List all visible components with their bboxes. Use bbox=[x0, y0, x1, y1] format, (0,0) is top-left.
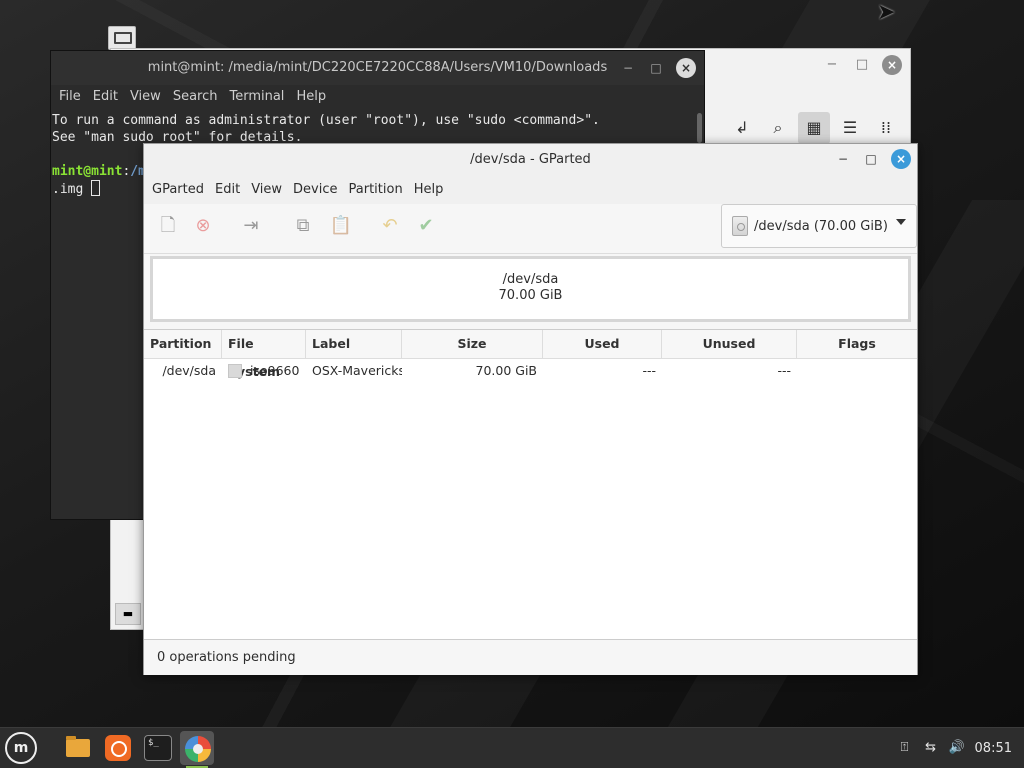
gparted-icon bbox=[185, 736, 211, 762]
mint-menu-icon[interactable]: m bbox=[5, 732, 37, 764]
cell-unused: --- bbox=[777, 363, 791, 378]
minimize-button[interactable]: − bbox=[620, 58, 636, 78]
system-tray: ⍐ ⇆ 🔊 08:51 bbox=[897, 728, 1024, 768]
new-partition-icon[interactable]: 🗋 bbox=[154, 214, 182, 238]
taskbar-firefox-launcher[interactable] bbox=[100, 731, 134, 765]
close-button[interactable]: × bbox=[891, 149, 911, 169]
paste-icon[interactable]: 📋 bbox=[327, 214, 355, 238]
partition-table: Partition File System Label Size Used Un… bbox=[144, 329, 917, 639]
maximize-button[interactable]: □ bbox=[863, 149, 879, 169]
prompt-user: mint@mint bbox=[52, 164, 123, 179]
terminal-line: To run a command as administrator (user … bbox=[52, 113, 600, 128]
close-button[interactable]: × bbox=[676, 58, 696, 78]
text-cursor bbox=[91, 180, 101, 196]
sidebar-toggle-icon[interactable]: ▬ bbox=[115, 603, 141, 625]
network-disconnected-icon[interactable]: ⇆ bbox=[923, 740, 939, 756]
menu-gparted[interactable]: GParted bbox=[148, 176, 211, 204]
menu-view[interactable]: View bbox=[247, 176, 289, 204]
terminal-titlebar[interactable]: mint@mint: /media/mint/DC220CE7220CC88A/… bbox=[51, 51, 704, 85]
disk-graphic[interactable]: /dev/sda 70.00 GiB bbox=[150, 256, 911, 322]
terminal-line: .img bbox=[52, 182, 84, 197]
status-bar: 0 operations pending bbox=[144, 639, 917, 675]
cell-partition: /dev/sda bbox=[162, 363, 216, 378]
gparted-titlebar[interactable]: /dev/sda - GParted − □ × bbox=[144, 144, 917, 176]
column-header-filesystem[interactable]: File System bbox=[222, 330, 306, 379]
firefox-icon bbox=[105, 735, 131, 761]
terminal-icon: $_ bbox=[144, 735, 172, 761]
compact-view-icon[interactable]: ⁞⁞ bbox=[870, 112, 902, 144]
icon-view-icon[interactable]: ▦ bbox=[798, 112, 830, 144]
toggle-location-entry-icon[interactable]: ↲ bbox=[726, 112, 758, 144]
update-manager-icon[interactable]: ⍐ bbox=[897, 740, 913, 756]
gparted-window-controls: − □ × bbox=[835, 149, 911, 169]
mouse-cursor-icon: ➤ bbox=[877, 0, 896, 25]
maximize-button[interactable]: □ bbox=[648, 58, 664, 78]
terminal-scrollbar[interactable] bbox=[697, 113, 702, 143]
terminal-window-controls: − □ × bbox=[620, 58, 696, 78]
terminal-title: mint@mint: /media/mint/DC220CE7220CC88A/… bbox=[147, 60, 608, 75]
volume-icon[interactable]: 🔊 bbox=[949, 740, 965, 756]
disk-graphic-device: /dev/sda bbox=[502, 272, 559, 287]
menu-device[interactable]: Device bbox=[289, 176, 344, 204]
filesystem-color-swatch bbox=[228, 364, 242, 378]
terminal-menubar: File Edit View Search Terminal Help bbox=[51, 85, 704, 109]
desktop-computer-icon[interactable] bbox=[108, 26, 136, 50]
maximize-button[interactable]: □ bbox=[852, 55, 872, 75]
menu-view[interactable]: View bbox=[126, 85, 169, 109]
cell-filesystem-text: iso9660 bbox=[250, 363, 300, 378]
menu-search[interactable]: Search bbox=[169, 85, 226, 109]
table-row[interactable]: /dev/sda iso9660 OSX-Mavericks 70.00 GiB… bbox=[144, 359, 917, 383]
list-view-icon[interactable]: ☰ bbox=[834, 112, 866, 144]
taskbar-terminal-launcher[interactable]: $_ bbox=[140, 731, 174, 765]
file-manager-toolbar: ↲ ⌕ ▦ ☰ ⁞⁞ bbox=[726, 112, 902, 144]
gparted-menubar: GParted Edit View Device Partition Help bbox=[144, 176, 917, 204]
clock[interactable]: 08:51 bbox=[975, 741, 1012, 756]
menu-help[interactable]: Help bbox=[292, 85, 334, 109]
minimize-button[interactable]: − bbox=[822, 55, 842, 75]
minimize-button[interactable]: − bbox=[835, 149, 851, 169]
menu-help[interactable]: Help bbox=[410, 176, 451, 204]
cell-size: 70.00 GiB bbox=[475, 363, 538, 378]
device-selector-label: /dev/sda (70.00 GiB) bbox=[754, 218, 888, 234]
folder-icon bbox=[66, 736, 90, 757]
taskbar: m $_ ⍐ ⇆ 🔊 08:51 bbox=[0, 727, 1024, 768]
column-header-unused[interactable]: Unused bbox=[662, 330, 797, 358]
disk-graphic-size: 70.00 GiB bbox=[498, 288, 563, 303]
file-manager-window-controls: − □ × bbox=[822, 55, 902, 75]
column-header-partition[interactable]: Partition bbox=[144, 330, 222, 358]
harddisk-icon bbox=[732, 216, 748, 236]
taskbar-gparted-launcher[interactable] bbox=[180, 731, 214, 768]
delete-partition-icon[interactable]: ⊗ bbox=[189, 214, 217, 238]
menu-partition[interactable]: Partition bbox=[345, 176, 410, 204]
cell-filesystem: iso9660 bbox=[222, 359, 306, 383]
apply-icon[interactable]: ✔ bbox=[412, 214, 440, 238]
menu-edit[interactable]: Edit bbox=[89, 85, 126, 109]
menu-edit[interactable]: Edit bbox=[211, 176, 247, 204]
column-header-size[interactable]: Size bbox=[402, 330, 543, 358]
device-selector[interactable]: /dev/sda (70.00 GiB) bbox=[721, 204, 917, 248]
gparted-window: /dev/sda - GParted − □ × GParted Edit Vi… bbox=[143, 143, 918, 675]
column-header-label[interactable]: Label bbox=[306, 330, 402, 358]
column-header-used[interactable]: Used bbox=[543, 330, 662, 358]
cell-label: OSX-Mavericks bbox=[312, 363, 402, 378]
partition-table-header: Partition File System Label Size Used Un… bbox=[144, 330, 917, 379]
chevron-down-icon bbox=[896, 219, 906, 225]
close-button[interactable]: × bbox=[882, 55, 902, 75]
gparted-title: /dev/sda - GParted bbox=[470, 152, 591, 167]
cell-used: --- bbox=[642, 363, 656, 378]
resize-move-icon[interactable]: ⇥ bbox=[237, 214, 265, 238]
taskbar-files-launcher[interactable] bbox=[60, 731, 94, 765]
column-header-flags[interactable]: Flags bbox=[797, 330, 917, 358]
copy-icon[interactable]: ⧉ bbox=[289, 214, 317, 238]
cell-flags bbox=[797, 359, 917, 383]
menu-terminal[interactable]: Terminal bbox=[225, 85, 292, 109]
undo-icon[interactable]: ↶ bbox=[376, 214, 404, 238]
search-icon[interactable]: ⌕ bbox=[762, 112, 794, 144]
menu-file[interactable]: File bbox=[55, 85, 89, 109]
